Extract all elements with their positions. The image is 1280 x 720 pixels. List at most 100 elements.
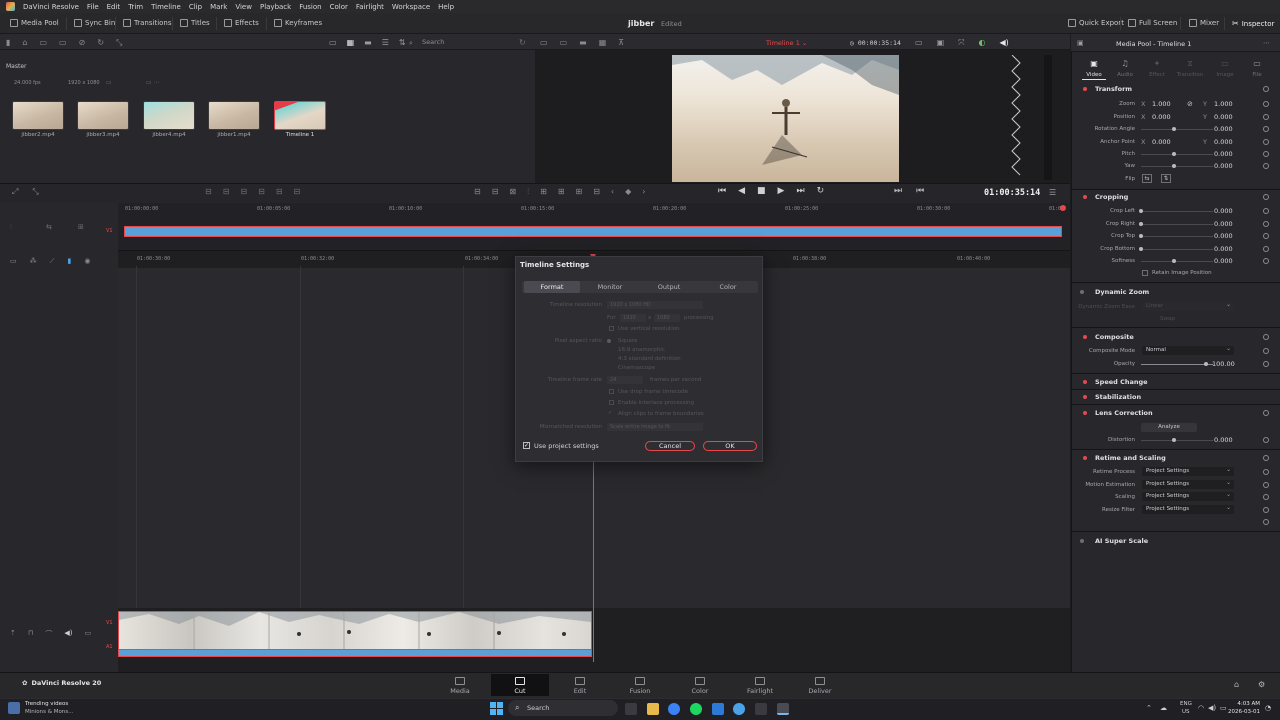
distortion-knob[interactable]	[1172, 438, 1176, 442]
next-edit-icon[interactable]: ⏮	[916, 186, 924, 196]
page-color[interactable]: Color	[671, 674, 729, 696]
tray-app-icon[interactable]: ☁	[1160, 704, 1167, 712]
composite-mode-dropdown[interactable]: Normal	[1142, 345, 1234, 355]
lens-correction-reset-icon[interactable]	[1263, 410, 1269, 416]
menu-fusion[interactable]: Fusion	[299, 3, 321, 11]
prev-edit-icon[interactable]: ⏭	[894, 186, 902, 196]
smart-insert-icon[interactable]: ⊟	[205, 187, 212, 196]
upper-ruler[interactable]: 01:00:00:00 01:00:05:00 01:00:10:00 01:0…	[125, 206, 1065, 216]
use-project-settings-checkbox[interactable]: ✓	[523, 442, 530, 449]
yaw-field[interactable]: 0.000	[1214, 162, 1233, 170]
fader-icon[interactable]: ⫶	[527, 187, 529, 197]
grid-icon[interactable]: ▦	[599, 38, 607, 47]
page-fusion[interactable]: Fusion	[611, 674, 669, 696]
softness-slider[interactable]	[1141, 261, 1213, 262]
timeline-view-icon[interactable]: ▭	[10, 257, 17, 266]
yaw-reset-icon[interactable]	[1263, 163, 1269, 169]
sync-bin-button[interactable]: Sync Bin	[74, 19, 115, 27]
position-x-field[interactable]: 0.000	[1152, 113, 1171, 121]
stop-icon[interactable]: ■	[757, 186, 766, 196]
display-mode-icon[interactable]: ▣	[937, 38, 945, 48]
zoom-y-field[interactable]: 1.000	[1214, 100, 1233, 108]
upper-playhead-marker[interactable]	[1060, 205, 1066, 211]
headphones-icon[interactable]: ⌒	[45, 629, 52, 639]
crop-left-knob[interactable]	[1139, 209, 1143, 213]
motion-estimation-reset-icon[interactable]	[1263, 482, 1269, 488]
tab-output[interactable]: Output	[641, 281, 697, 293]
stabilization-title[interactable]: Stabilization	[1095, 393, 1141, 401]
crop-right-reset-icon[interactable]	[1263, 221, 1269, 227]
audio-tab-icon[interactable]: ♫	[1117, 59, 1133, 68]
link-icon[interactable]: ⊘	[1187, 100, 1193, 108]
film-icon[interactable]: ▬	[579, 38, 587, 47]
retime-enable-dot[interactable]	[1083, 456, 1087, 460]
panel-toggle-icon[interactable]: ▮	[6, 38, 10, 48]
blade-icon[interactable]: ⟋	[50, 257, 55, 266]
language-indicator[interactable]: ENG	[1180, 701, 1192, 707]
pitch-slider-knob[interactable]	[1172, 152, 1176, 156]
crop-bottom-knob[interactable]	[1139, 247, 1143, 251]
cropping-reset-icon[interactable]	[1263, 194, 1269, 200]
pitch-field[interactable]: 0.000	[1214, 150, 1233, 158]
taskbar-search[interactable]: ⌕ Search	[508, 700, 618, 716]
effect-tab-icon[interactable]: ✦	[1149, 59, 1165, 68]
crop-bottom-field[interactable]: 0.000	[1214, 245, 1233, 253]
append-icon[interactable]: ⊟	[223, 187, 230, 196]
trim-start-icon[interactable]: ⊟	[474, 187, 481, 197]
track-settings-icon[interactable]: ⊞	[78, 223, 84, 231]
file-explorer-icon[interactable]	[647, 703, 659, 715]
media-pool-button[interactable]: Media Pool	[10, 19, 59, 27]
transitions-button[interactable]: Transitions	[123, 19, 172, 27]
snap-icon[interactable]: ⤢	[12, 187, 18, 197]
inspector-button[interactable]: ✂ Inspector	[1232, 19, 1274, 28]
color-icon[interactable]: ◐	[979, 38, 986, 48]
menu-help[interactable]: Help	[438, 3, 454, 11]
analyze-button[interactable]: Analyze	[1141, 423, 1197, 432]
source-overwrite-icon[interactable]: ⊟	[294, 187, 301, 196]
page-deliver[interactable]: Deliver	[791, 674, 849, 696]
quick-export-button[interactable]: Quick Export	[1068, 19, 1124, 27]
tab-file[interactable]: File	[1243, 72, 1271, 78]
video-clip[interactable]	[118, 611, 592, 650]
lock-icon[interactable]: ⊓	[28, 629, 33, 639]
menu-timeline[interactable]: Timeline	[151, 3, 181, 11]
list-view-icon[interactable]: ☰	[382, 38, 389, 47]
search-icon[interactable]: ⌕	[409, 39, 413, 48]
edge-browser-icon[interactable]	[668, 703, 680, 715]
ripple-trim-icon[interactable]: ⊞	[540, 187, 547, 197]
audio-scrub-icon[interactable]: ⁂	[30, 257, 37, 266]
speed-change-enable-dot[interactable]	[1083, 380, 1087, 384]
nudge-left-icon[interactable]: ‹	[611, 187, 614, 197]
source-tape-icon[interactable]: ▭	[540, 38, 548, 47]
menu-workspace[interactable]: Workspace	[392, 3, 430, 11]
refresh-icon[interactable]: ↻	[519, 38, 526, 47]
dynamic-zoom-ease-dropdown[interactable]: Linear	[1142, 301, 1234, 311]
softness-reset-icon[interactable]	[1263, 258, 1269, 264]
clip-thumbnail-jibber4[interactable]	[143, 101, 195, 130]
app-icon[interactable]	[755, 703, 767, 715]
news-thumbnail-icon[interactable]	[8, 702, 20, 714]
menu-playback[interactable]: Playback	[260, 3, 291, 11]
softness-knob[interactable]	[1172, 259, 1176, 263]
crop-left-slider[interactable]	[1141, 211, 1213, 212]
close-up-icon[interactable]: ⊟	[258, 187, 265, 196]
slip-icon[interactable]: ⊟	[593, 187, 600, 197]
file-tab-icon[interactable]: ▭	[1249, 59, 1265, 68]
volume-tray-icon[interactable]: ◀)	[1208, 704, 1216, 712]
menu-view[interactable]: View	[235, 3, 252, 11]
menu-edit[interactable]: Edit	[107, 3, 121, 11]
page-media[interactable]: Media	[431, 674, 489, 696]
titles-button[interactable]: Titles	[180, 19, 210, 27]
page-edit[interactable]: Edit	[551, 674, 609, 696]
softness-field[interactable]: 0.000	[1214, 257, 1233, 265]
tab-format[interactable]: Format	[524, 281, 580, 293]
anchor-x-field[interactable]: 0.000	[1152, 138, 1171, 146]
play-reverse-icon[interactable]: ◀	[738, 186, 745, 196]
tray-chevron-icon[interactable]: ⌃	[1146, 704, 1152, 712]
nudge-right-icon[interactable]: ›	[642, 187, 645, 197]
stabilization-enable-dot[interactable]	[1083, 395, 1087, 399]
pitch-slider[interactable]	[1141, 154, 1213, 155]
notification-bell-icon[interactable]: ◔	[1265, 704, 1271, 712]
mute-icon[interactable]: ▭	[84, 629, 91, 639]
go-to-start-icon[interactable]: ⏮	[718, 186, 726, 196]
